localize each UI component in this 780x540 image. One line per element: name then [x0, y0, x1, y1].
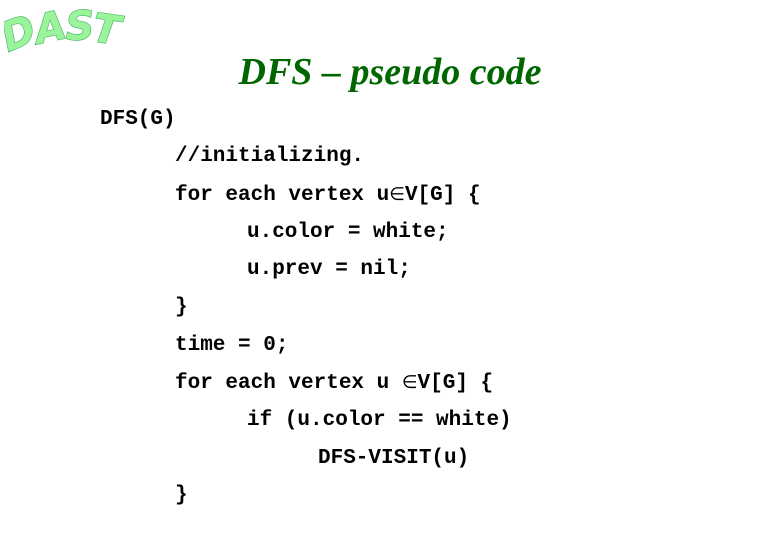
code-text-for-each-main-pre: for each vertex u [175, 372, 402, 395]
code-line-time-zero: time = 0; [175, 334, 289, 357]
code-line-call-dfs-visit: DFS-VISIT(u) [318, 447, 470, 470]
code-text-for-each-init-post: V[G] { [404, 184, 481, 207]
code-text-for-each-init-pre: for each vertex u [175, 184, 390, 207]
code-line-comment-initializing: //initializing. [175, 145, 365, 168]
code-line-for-each-init: for each vertex u∈V[G] { [175, 183, 481, 208]
slide-title: DFS – pseudo code [238, 51, 542, 93]
logo-letter-t: T [90, 5, 126, 55]
code-line-set-color-white: u.color = white; [247, 221, 449, 244]
code-line-for-each-main: for each vertex u ∈V[G] { [175, 371, 493, 396]
code-line-dfs-signature: DFS(G) [100, 108, 176, 131]
code-text-for-each-main-post: V[G] { [417, 372, 494, 395]
element-of-icon: ∈ [389, 184, 405, 205]
code-line-close-brace-main: } [175, 484, 188, 507]
code-line-close-brace-init: } [175, 296, 188, 319]
code-line-set-prev-nil: u.prev = nil; [247, 258, 411, 281]
slide-canvas: D A S T DFS – pseudo code DFS(G) //initi… [0, 0, 780, 540]
code-line-if-color-white: if (u.color == white) [247, 409, 512, 432]
element-of-icon: ∈ [401, 372, 418, 393]
